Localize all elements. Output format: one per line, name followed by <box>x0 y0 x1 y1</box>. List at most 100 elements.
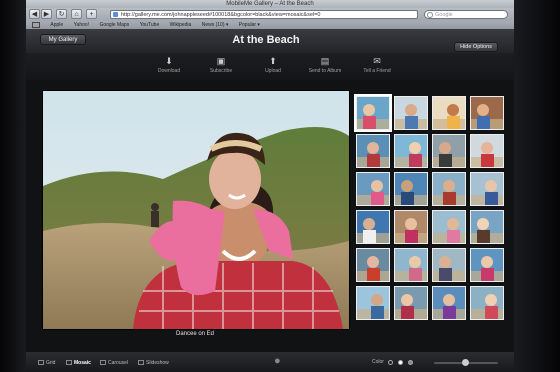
browser-toolbar: ◀ ▶ ↻ ⌂ + http://gallery.me.com/johnappl… <box>26 8 514 21</box>
bookmarks-book-icon[interactable] <box>32 21 40 28</box>
upload-label: Upload <box>265 68 281 74</box>
photo-thumbnail[interactable] <box>356 286 390 320</box>
thumbnail-image <box>433 287 465 319</box>
forward-button[interactable]: ▶ <box>41 9 52 19</box>
window-title: MobileMe Gallery – At the Beach <box>26 0 514 8</box>
main-photo[interactable] <box>42 90 350 330</box>
search-icon <box>427 12 433 18</box>
photo-thumbnail[interactable] <box>432 286 466 320</box>
beach-photo-image <box>43 91 349 329</box>
thumbnail-image <box>471 173 503 205</box>
subscribe-button[interactable]: ▣ Subscribe <box>196 56 246 75</box>
thumbnail-image <box>471 287 503 319</box>
send-icon: ▤ <box>320 56 330 66</box>
address-bar[interactable]: http://gallery.me.com/johnappleseed#1000… <box>110 10 418 19</box>
bookmark-item[interactable]: Wikipedia <box>170 22 192 28</box>
send-to-album-button[interactable]: ▤ Send to Album <box>300 56 350 75</box>
monitor-bezel-right <box>514 0 560 372</box>
apple-logo-icon: ● <box>274 355 281 367</box>
thumbnail-image <box>395 135 427 167</box>
photo-thumbnail[interactable] <box>394 210 428 244</box>
bookmark-item[interactable]: Apple <box>50 22 63 28</box>
thumbnail-image <box>471 97 503 129</box>
photo-thumbnail[interactable] <box>356 210 390 244</box>
tell-a-friend-button[interactable]: ✉ Tell a Friend <box>352 56 402 75</box>
monitor-bezel-left <box>0 0 26 372</box>
photo-thumbnail[interactable] <box>394 172 428 206</box>
photo-thumbnail[interactable] <box>432 96 466 130</box>
gallery-bottom-bar: Grid Mosaic Carousel Slideshow ● Color <box>26 352 514 372</box>
download-label: Download <box>157 68 181 74</box>
home-button[interactable]: ⌂ <box>71 9 82 19</box>
upload-button[interactable]: ⬆ Upload <box>248 56 298 75</box>
photo-thumbnail[interactable] <box>470 286 504 320</box>
photo-thumbnail[interactable] <box>432 172 466 206</box>
upload-icon: ⬆ <box>269 56 277 66</box>
view-mosaic-button[interactable]: Mosaic <box>66 359 91 367</box>
bookmark-item[interactable]: Google Maps <box>99 22 129 28</box>
view-mosaic-label: Mosaic <box>74 360 91 366</box>
thumbnail-image <box>433 97 465 129</box>
photo-thumbnail[interactable] <box>394 96 428 130</box>
thumbnail-image <box>433 173 465 205</box>
photo-thumbnail[interactable] <box>354 94 392 132</box>
album-title: At the Beach <box>232 34 300 46</box>
back-button[interactable]: ◀ <box>29 9 40 19</box>
mail-icon: ✉ <box>373 56 381 66</box>
grid-icon <box>38 360 44 365</box>
browser-window: MobileMe Gallery – At the Beach ◀ ▶ ↻ ⌂ … <box>26 0 514 372</box>
bg-white-button[interactable] <box>398 360 403 365</box>
photo-thumbnail[interactable] <box>432 248 466 282</box>
thumbnail-image <box>357 249 389 281</box>
view-carousel-button[interactable]: Carousel <box>100 359 128 367</box>
photo-thumbnail[interactable] <box>470 134 504 168</box>
bookmark-item[interactable]: YouTube <box>140 22 160 28</box>
hide-options-button[interactable]: Hide Options <box>454 42 498 52</box>
gallery-actions-bar: ⬇ Download ▣ Subscribe ⬆ Upload ▤ Send t… <box>26 53 514 81</box>
photo-thumbnail[interactable] <box>356 172 390 206</box>
photo-thumbnail[interactable] <box>470 210 504 244</box>
photo-thumbnail[interactable] <box>470 172 504 206</box>
slideshow-icon <box>138 360 144 365</box>
site-favicon-icon <box>113 12 118 17</box>
thumbnail-image <box>357 211 389 243</box>
slider-knob[interactable] <box>462 359 469 366</box>
photo-thumbnail[interactable] <box>470 96 504 130</box>
view-slideshow-label: Slideshow <box>146 360 169 366</box>
send-to-album-label: Send to Album <box>308 68 342 74</box>
view-grid-button[interactable]: Grid <box>38 359 55 367</box>
thumbnail-image <box>471 211 503 243</box>
download-button[interactable]: ⬇ Download <box>144 57 194 75</box>
bookmark-item[interactable]: Yahoo! <box>74 22 89 28</box>
photo-thumbnail[interactable] <box>394 286 428 320</box>
gallery-content: Dancee on Ed <box>26 80 514 352</box>
photo-thumbnail[interactable] <box>432 134 466 168</box>
photo-thumbnail[interactable] <box>356 134 390 168</box>
photo-thumbnail[interactable] <box>394 248 428 282</box>
bookmark-item[interactable]: Popular ▾ <box>239 22 260 28</box>
address-bar-text: http://gallery.me.com/johnappleseed#1000… <box>121 12 321 18</box>
subscribe-icon: ▣ <box>216 56 226 66</box>
thumbnail-image <box>433 135 465 167</box>
my-gallery-button[interactable]: My Gallery <box>40 34 86 45</box>
bookmark-item[interactable]: News (10) ▾ <box>202 22 229 28</box>
main-photo-caption: Dancee on Ed <box>175 331 215 337</box>
view-slideshow-button[interactable]: Slideshow <box>138 359 169 367</box>
photo-thumbnail[interactable] <box>432 210 466 244</box>
gallery-header: My Gallery At the Beach Hide Options <box>26 29 514 53</box>
photo-thumbnail[interactable] <box>394 134 428 168</box>
reload-button[interactable]: ↻ <box>56 9 67 19</box>
bg-gray-button[interactable] <box>408 360 413 365</box>
view-carousel-label: Carousel <box>108 360 129 366</box>
add-bookmark-button[interactable]: + <box>86 9 97 19</box>
view-grid-label: Grid <box>46 360 56 366</box>
thumbnail-image <box>357 97 389 129</box>
search-input[interactable]: Google <box>424 10 508 19</box>
thumbnail-image <box>395 211 427 243</box>
bg-black-button[interactable] <box>388 360 393 365</box>
photo-thumbnail[interactable] <box>356 248 390 282</box>
carousel-icon <box>100 360 106 365</box>
tell-a-friend-label: Tell a Friend <box>363 68 391 74</box>
subscribe-label: Subscribe <box>209 68 233 74</box>
photo-thumbnail[interactable] <box>470 248 504 282</box>
